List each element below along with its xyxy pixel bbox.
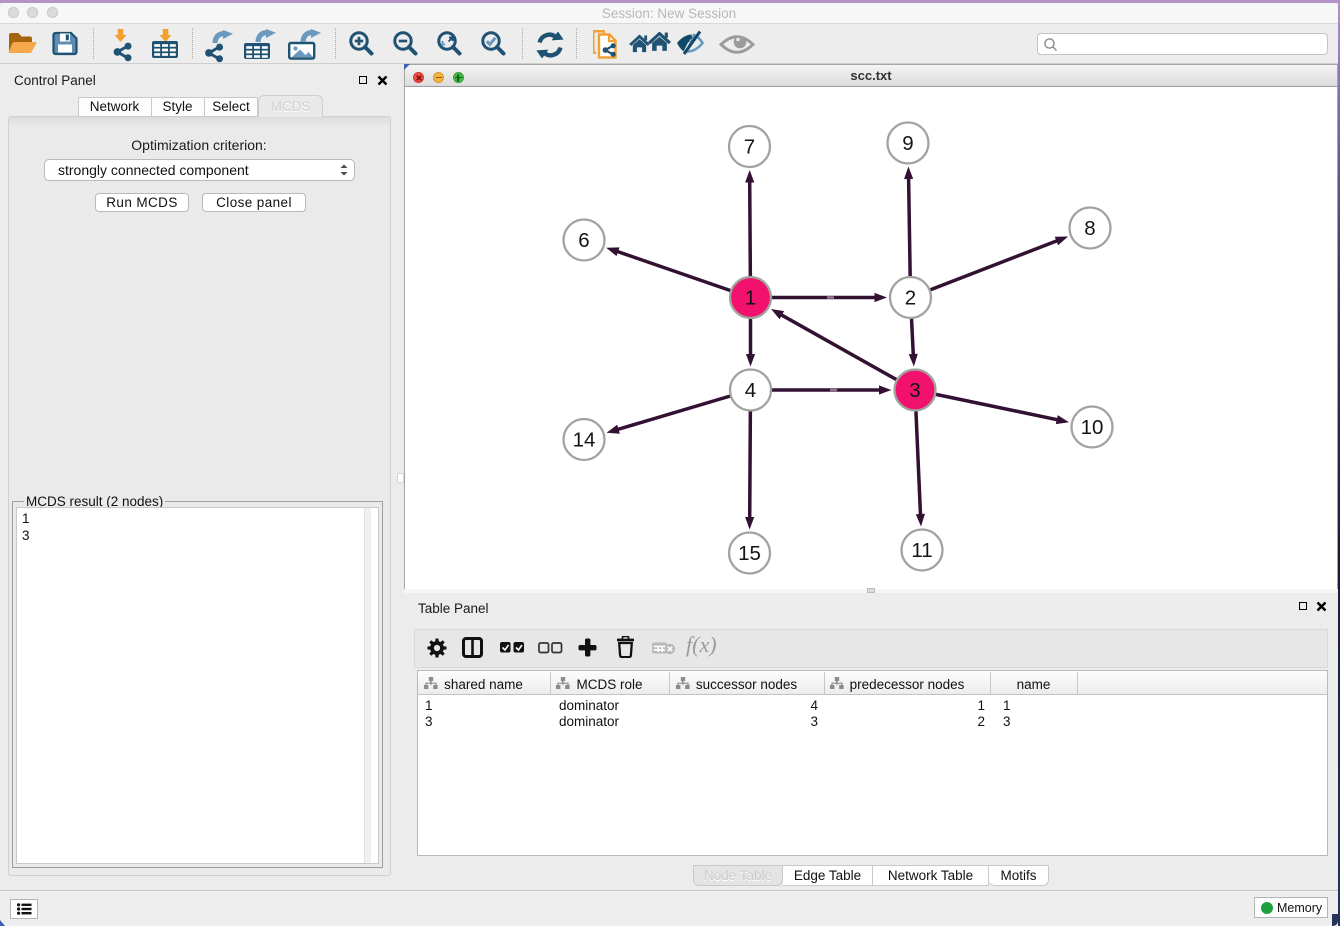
- svg-text:3: 3: [909, 379, 920, 402]
- svg-text:15: 15: [738, 542, 761, 565]
- svg-text:7: 7: [744, 136, 755, 159]
- svg-text:4: 4: [745, 379, 756, 402]
- svg-text:10: 10: [1081, 416, 1104, 439]
- svg-text:2: 2: [905, 287, 916, 310]
- svg-text:6: 6: [578, 229, 589, 252]
- svg-text:9: 9: [902, 132, 913, 155]
- svg-text:14: 14: [573, 429, 596, 452]
- svg-text:8: 8: [1084, 217, 1095, 240]
- svg-text:11: 11: [911, 539, 932, 562]
- svg-text:1: 1: [745, 287, 756, 310]
